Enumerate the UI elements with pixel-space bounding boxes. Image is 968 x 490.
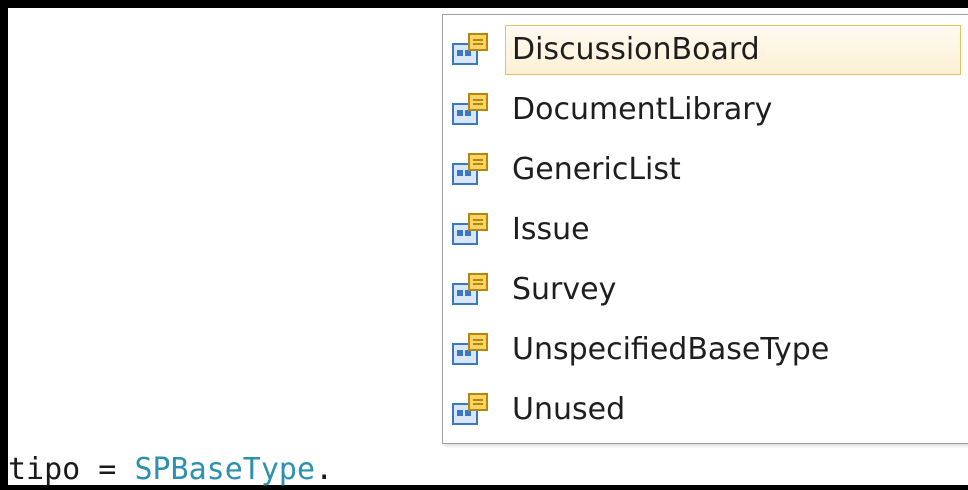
completion-item-label: Survey xyxy=(512,272,617,307)
code-editor[interactable]: DiscussionBoard DocumentLibrary GenericL… xyxy=(8,8,968,487)
enum-member-icon xyxy=(449,150,493,190)
completion-item-genericlist[interactable]: GenericList xyxy=(443,143,968,197)
intellisense-completion-list[interactable]: DiscussionBoard DocumentLibrary GenericL… xyxy=(442,14,968,444)
enum-member-icon xyxy=(449,30,493,70)
enum-member-icon xyxy=(449,330,493,370)
completion-item-label: Unused xyxy=(512,392,626,427)
completion-item-unused[interactable]: Unused xyxy=(443,383,968,437)
completion-item-unspecifiedbasetype[interactable]: UnspecifiedBaseType xyxy=(443,323,968,377)
completion-item-discussionboard[interactable]: DiscussionBoard xyxy=(443,23,968,77)
completion-item-documentlibrary[interactable]: DocumentLibrary xyxy=(443,83,968,137)
completion-item-label: GenericList xyxy=(512,152,681,187)
completion-item-label: UnspecifiedBaseType xyxy=(512,332,830,367)
enum-member-icon xyxy=(449,270,493,310)
member-access-dot: . xyxy=(315,452,334,487)
completion-item-survey[interactable]: Survey xyxy=(443,263,968,317)
enum-member-icon xyxy=(449,210,493,250)
enum-member-icon xyxy=(449,90,493,130)
type-identifier: SPBaseType xyxy=(134,452,316,487)
assignment-operator: = xyxy=(80,452,135,487)
completion-item-label: DocumentLibrary xyxy=(512,92,773,127)
completion-item-label: DiscussionBoard xyxy=(505,25,961,75)
completion-item-issue[interactable]: Issue xyxy=(443,203,968,257)
completion-item-label: Issue xyxy=(512,212,590,247)
enum-member-icon xyxy=(449,390,493,430)
variable-identifier: tipo xyxy=(8,452,81,487)
code-line[interactable]: tipo = SPBaseType. xyxy=(8,450,333,490)
